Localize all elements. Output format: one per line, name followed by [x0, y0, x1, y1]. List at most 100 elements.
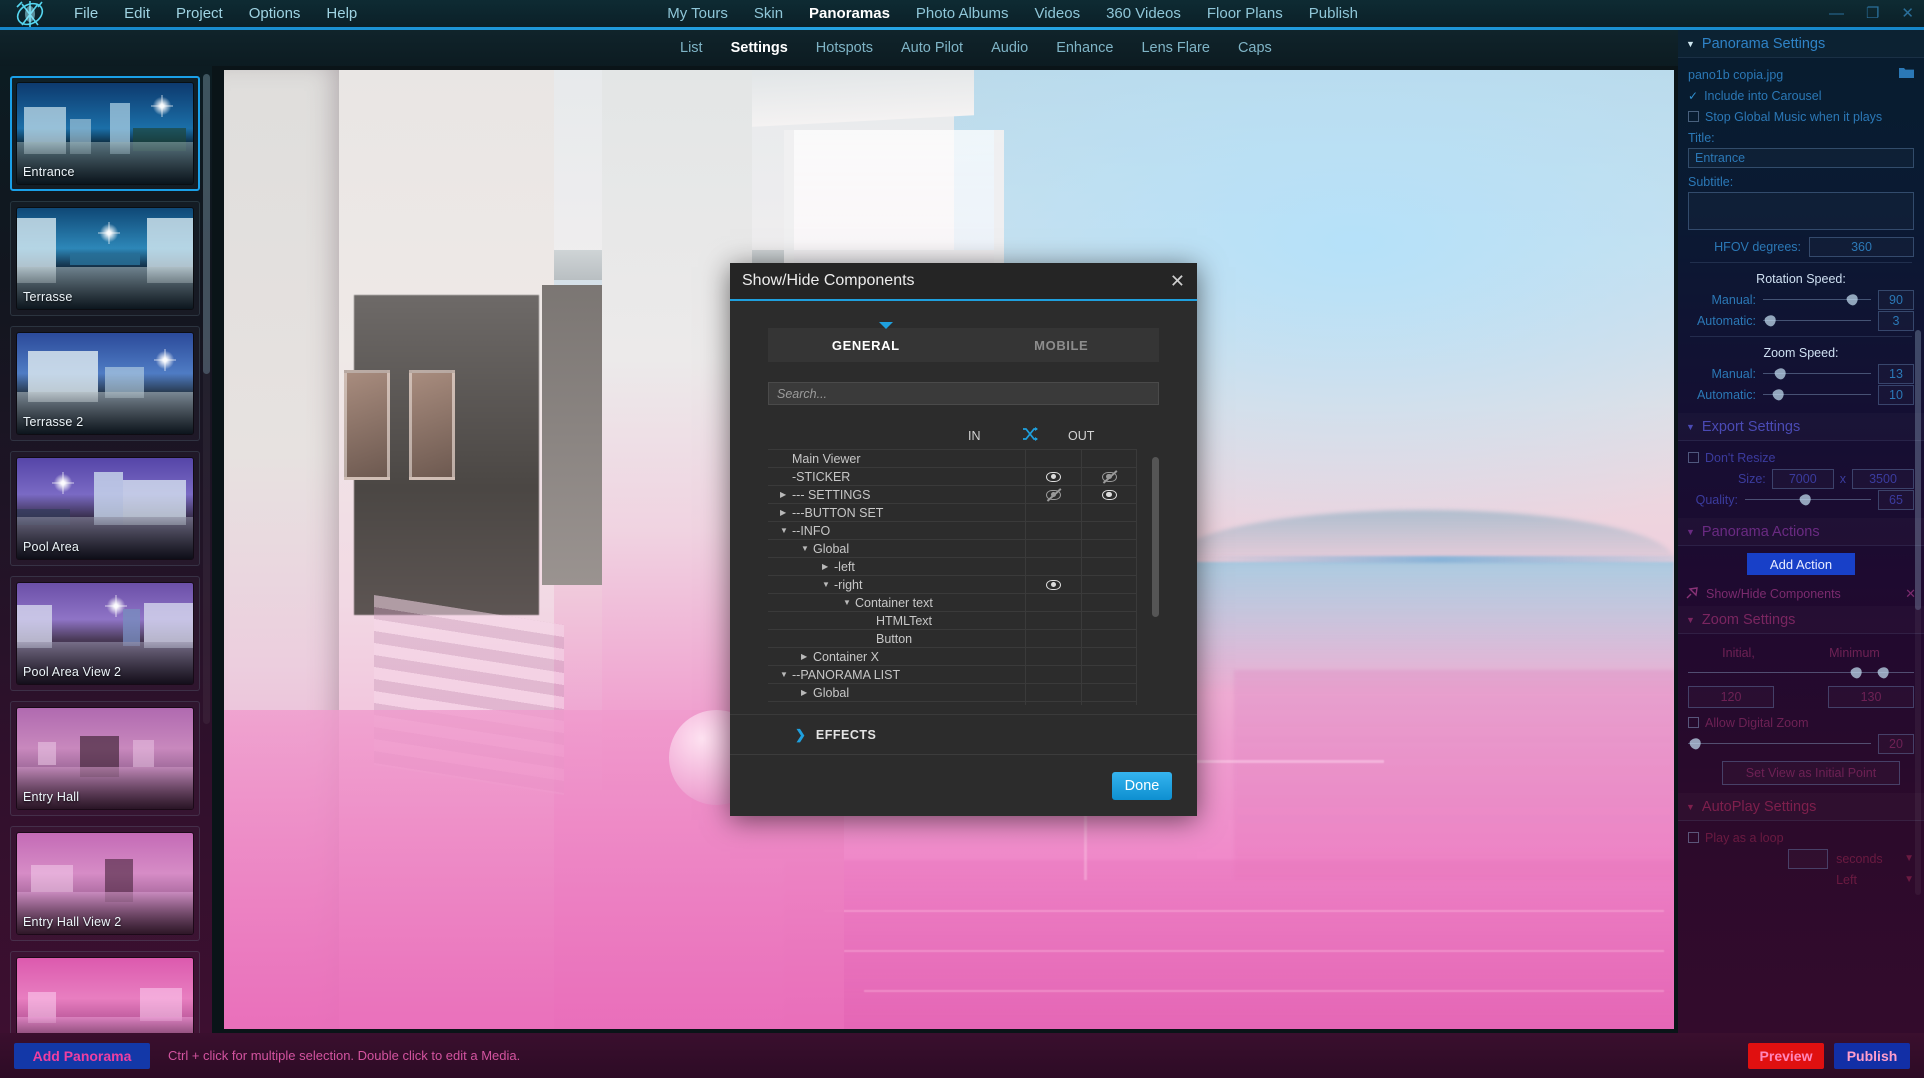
- section-panorama-settings[interactable]: ▼ Panorama Settings: [1678, 30, 1924, 58]
- title-input[interactable]: Entrance: [1688, 148, 1914, 168]
- effects-section[interactable]: ❯ EFFECTS: [730, 714, 1197, 754]
- tab-skin[interactable]: Skin: [754, 5, 783, 22]
- add-panorama-button[interactable]: Add Panorama: [14, 1042, 150, 1069]
- visibility-toggle-out[interactable]: [1081, 521, 1137, 540]
- menu-item-edit[interactable]: Edit: [124, 5, 150, 22]
- zoom-minimum-input[interactable]: 130: [1828, 685, 1914, 708]
- subtitle-input[interactable]: [1688, 192, 1914, 230]
- rotation-auto-slider[interactable]: [1762, 312, 1871, 328]
- tree-row[interactable]: ▼ -right: [768, 575, 1137, 594]
- zoom-range-slider[interactable]: [1688, 664, 1914, 682]
- chevron-down-icon[interactable]: ▼: [780, 670, 792, 679]
- visibility-toggle-in[interactable]: [1025, 503, 1081, 522]
- shuffle-icon[interactable]: [1022, 427, 1038, 445]
- chevron-right-icon[interactable]: ▶: [801, 688, 813, 697]
- visibility-toggle-out[interactable]: [1081, 629, 1137, 648]
- tree-row[interactable]: ▶---PHOTOALBUM: [768, 701, 1137, 705]
- panorama-thumbnail-item[interactable]: Terrasse 2: [10, 326, 200, 441]
- component-tree[interactable]: Main Viewer -STICKER ▶ --- SETTINGS ▶ ---BUTT…: [738, 449, 1159, 705]
- section-export-settings[interactable]: ▼ Export Settings: [1678, 413, 1924, 441]
- visibility-toggle-in[interactable]: [1025, 611, 1081, 630]
- section-autoplay-settings[interactable]: ▼ AutoPlay Settings: [1678, 793, 1924, 821]
- visibility-toggle-out[interactable]: [1081, 665, 1137, 684]
- tab-videos[interactable]: Videos: [1034, 5, 1080, 22]
- tab-photo-albums[interactable]: Photo Albums: [916, 5, 1009, 22]
- zoom-manual-input[interactable]: 13: [1878, 363, 1914, 384]
- menu-item-options[interactable]: Options: [249, 5, 301, 22]
- visibility-toggle-in[interactable]: [1025, 449, 1081, 468]
- visibility-toggle-in[interactable]: [1025, 593, 1081, 612]
- tab-panoramas[interactable]: Panoramas: [809, 5, 890, 22]
- section-zoom-settings[interactable]: ▼ Zoom Settings: [1678, 606, 1924, 634]
- play-loop-checkbox[interactable]: [1688, 832, 1699, 843]
- visibility-toggle-in[interactable]: [1025, 683, 1081, 702]
- hfov-input[interactable]: 360: [1809, 236, 1914, 257]
- panorama-thumbnail-item[interactable]: Terrasse: [10, 201, 200, 316]
- visibility-toggle-out[interactable]: [1081, 647, 1137, 666]
- panorama-thumbnail-item[interactable]: Entry Hall: [10, 701, 200, 816]
- tree-row[interactable]: ▶ Global: [768, 683, 1137, 702]
- tab-floor-plans[interactable]: Floor Plans: [1207, 5, 1283, 22]
- visibility-toggle-in[interactable]: [1025, 521, 1081, 540]
- section-panorama-actions[interactable]: ▼ Panorama Actions: [1678, 518, 1924, 546]
- allow-digital-zoom-checkbox[interactable]: [1688, 717, 1699, 728]
- tree-row[interactable]: Button: [768, 629, 1137, 648]
- show-hide-components-dialog[interactable]: Show/Hide Components ✕ GENERAL MOBILE Se…: [730, 263, 1197, 816]
- dont-resize-checkbox[interactable]: [1688, 452, 1699, 463]
- visibility-toggle-in[interactable]: [1025, 665, 1081, 684]
- visibility-toggle-in[interactable]: [1025, 557, 1081, 576]
- subtab-settings[interactable]: Settings: [731, 40, 788, 56]
- visibility-toggle-in[interactable]: [1025, 539, 1081, 558]
- visibility-toggle-out[interactable]: [1081, 485, 1137, 504]
- chevron-down-icon[interactable]: ▼: [843, 598, 855, 607]
- tree-row[interactable]: Main Viewer: [768, 449, 1137, 468]
- panorama-thumbnail-item[interactable]: Pool Area: [10, 451, 200, 566]
- subtab-list[interactable]: List: [680, 40, 703, 56]
- settings-scrollbar[interactable]: [1915, 330, 1921, 895]
- tab-my-tours[interactable]: My Tours: [667, 5, 728, 22]
- tree-row[interactable]: ▶ ---BUTTON SET: [768, 503, 1137, 522]
- menu-item-help[interactable]: Help: [326, 5, 357, 22]
- visibility-toggle-out[interactable]: [1081, 593, 1137, 612]
- sidebar-scrollbar[interactable]: [203, 74, 210, 724]
- stop-music-checkbox[interactable]: [1688, 111, 1699, 122]
- subtab-auto-pilot[interactable]: Auto Pilot: [901, 40, 963, 56]
- visibility-toggle-out[interactable]: [1081, 683, 1137, 702]
- visibility-toggle-out[interactable]: [1081, 575, 1137, 594]
- visibility-toggle-out[interactable]: [1081, 539, 1137, 558]
- preview-button[interactable]: Preview: [1748, 1042, 1824, 1069]
- tree-row[interactable]: -STICKER: [768, 467, 1137, 486]
- chevron-right-icon[interactable]: ▶: [822, 562, 834, 571]
- visibility-toggle-out[interactable]: [1081, 557, 1137, 576]
- set-view-initial-point-button[interactable]: Set View as Initial Point: [1722, 761, 1900, 785]
- chevron-down-icon[interactable]: ▼: [780, 526, 792, 535]
- tree-row[interactable]: ▶ Container X: [768, 647, 1137, 666]
- chevron-down-icon[interactable]: ▼: [801, 544, 813, 553]
- zoom-manual-slider[interactable]: [1763, 365, 1871, 381]
- settings-sidebar[interactable]: ▼ Panorama Settings pano1b copia.jpg ✓ I…: [1678, 30, 1924, 1033]
- tree-row[interactable]: ▶ --- SETTINGS: [768, 485, 1137, 504]
- tree-row[interactable]: ▼ --INFO: [768, 521, 1137, 540]
- tree-row[interactable]: HTMLText: [768, 611, 1137, 630]
- quality-slider[interactable]: [1745, 491, 1871, 507]
- tree-scrollbar[interactable]: [1152, 457, 1159, 701]
- done-button[interactable]: Done: [1112, 771, 1172, 800]
- subtab-hotspots[interactable]: Hotspots: [816, 40, 873, 56]
- subtab-audio[interactable]: Audio: [991, 40, 1028, 56]
- subtab-enhance[interactable]: Enhance: [1056, 40, 1113, 56]
- restore-icon[interactable]: ❐: [1866, 6, 1879, 21]
- visibility-toggle-out[interactable]: [1081, 449, 1137, 468]
- visibility-toggle-in[interactable]: [1025, 629, 1081, 648]
- panorama-thumbnail-item[interactable]: Pool Area View 2: [10, 576, 200, 691]
- tab-360-videos[interactable]: 360 Videos: [1106, 5, 1181, 22]
- visibility-toggle-in[interactable]: [1025, 485, 1081, 504]
- visibility-toggle-in[interactable]: [1025, 647, 1081, 666]
- minimize-icon[interactable]: —: [1829, 6, 1844, 21]
- tree-row[interactable]: ▼ Global: [768, 539, 1137, 558]
- visibility-toggle-out[interactable]: [1081, 467, 1137, 486]
- folder-icon[interactable]: [1899, 67, 1914, 82]
- rotation-manual-slider[interactable]: [1763, 291, 1871, 307]
- search-input[interactable]: Search...: [768, 382, 1159, 405]
- tree-row[interactable]: ▼ --PANORAMA LIST: [768, 665, 1137, 684]
- chevron-right-icon[interactable]: ▶: [801, 652, 813, 661]
